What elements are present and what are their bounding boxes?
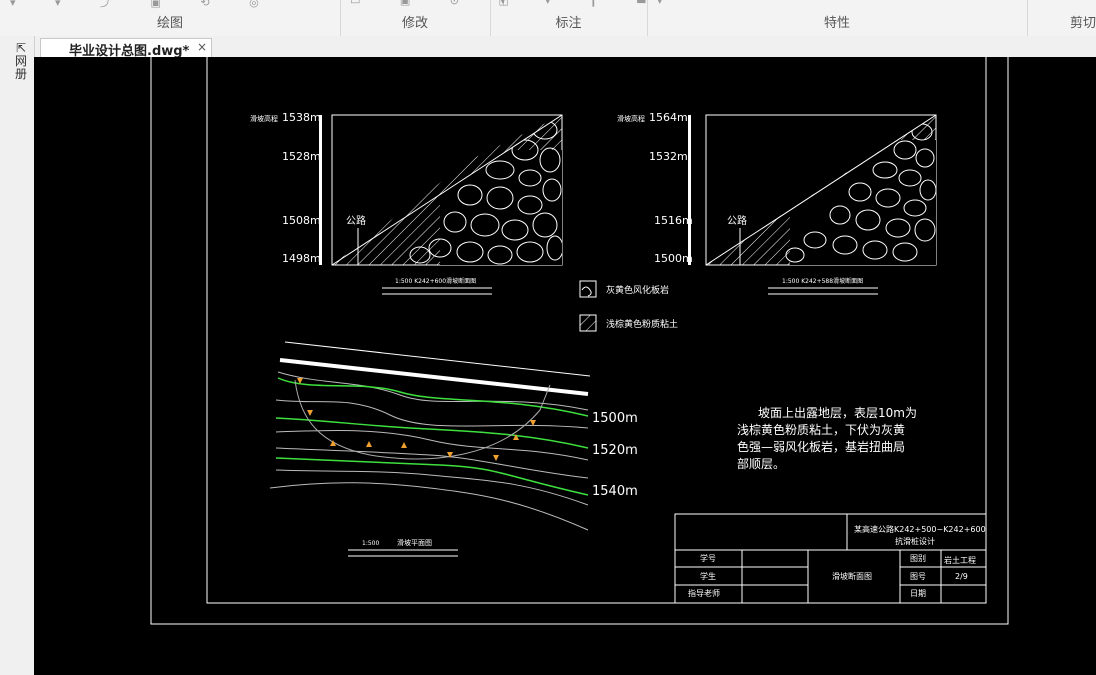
plan-caption-scale: 1:500 [362, 540, 379, 547]
drawing-canvas[interactable]: 滑坡高程 1538m 1528m 1508m 1498m 公路 1:500 K2… [34, 57, 1096, 675]
advisor-label: 指导老师 [688, 588, 720, 598]
elevation-label: 1498m [282, 252, 321, 265]
ribbon-group-properties[interactable]: ▾ 特性 [647, 0, 1028, 36]
properties-dropdowns[interactable]: ▾ [657, 0, 681, 7]
section-1: 滑坡高程 1538m 1528m 1508m 1498m 公路 1:500 K2… [250, 111, 563, 295]
project-title: 某高速公路K242+500~K242+600 [854, 524, 986, 534]
elevation-label: 1500m [654, 252, 693, 265]
document-tab-bar: 毕业设计总图.dwg* × [0, 36, 1096, 59]
legend: 灰黄色风化板岩 浅棕黄色粉质粘土 [579, 280, 678, 332]
cad-drawing: 滑坡高程 1538m 1528m 1508m 1498m 公路 1:500 K2… [150, 57, 1009, 625]
elevation-label: 1532m [649, 150, 688, 163]
ribbon: ▾ ▾ ⤴ ▣ ⟲ ◎ 绘图 ▭ ▣ ⊙ ◫ 修改 ▾ ▾ ┃ ▬ 标注 ▾ 特… [0, 0, 1096, 37]
left-toolbar: ⇱ 网 册 [0, 36, 35, 675]
ribbon-group-label: 绘图 [156, 16, 183, 31]
section-label: 滑坡高程 [250, 114, 278, 123]
category-value: 岩土工程 [944, 555, 976, 565]
category-label: 图别 [910, 554, 926, 563]
contour-label: 1520m [592, 443, 638, 458]
plan-caption-title: 滑坡平面图 [397, 538, 432, 547]
pin-icon[interactable]: ⇱ [16, 41, 26, 55]
date-label: 日期 [910, 589, 926, 598]
elevation-label: 1528m [282, 150, 321, 163]
drawing-name: 滑坡断面图 [832, 571, 872, 581]
ribbon-group-draw[interactable]: ▾ ▾ ⤴ ▣ ⟲ ◎ 绘图 [0, 0, 341, 36]
panel-toggle-icon[interactable]: ⇱ 网 册 [12, 42, 30, 81]
section-caption: 1:500 K242+588滑坡断面图 [782, 277, 863, 285]
student-id-label: 学号 [700, 553, 716, 563]
elevation-label: 1516m [654, 214, 693, 227]
contour-lines [275, 377, 589, 496]
legend-label: 灰黄色风化板岩 [606, 284, 669, 296]
ribbon-group-label: 剪切 [1069, 16, 1096, 31]
project-subtitle: 抗滑桩设计 [895, 536, 935, 546]
rock-blocks [785, 123, 936, 265]
draw-tools-icons[interactable]: ▾ ▾ ⤴ ▣ ⟲ ◎ [10, 0, 277, 9]
note-line: 坡面上出露地层，表层10m为 [758, 406, 917, 420]
student-label: 学生 [700, 571, 716, 581]
close-icon[interactable]: × [197, 40, 207, 54]
number-value: 2/9 [955, 572, 968, 581]
note-line: 色强—弱风化板岩，基岩扭曲局 [737, 439, 905, 454]
contour-label: 1540m [592, 484, 638, 499]
ribbon-group-modify[interactable]: ▭ ▣ ⊙ ◫ 修改 [340, 0, 509, 36]
ribbon-group-label: 修改 [401, 16, 428, 31]
road-label: 公路 [346, 214, 366, 227]
number-label: 图号 [910, 572, 926, 581]
note-line: 浅棕黄色粉质粘土，下伏为灰黄 [737, 422, 905, 437]
annotate-tools-icons[interactable]: ▾ ▾ ┃ ▬ [500, 0, 665, 7]
section-2: 滑坡高程 1564m 1532m 1516m 1500m 公路 1:500 K2… [617, 111, 937, 295]
ribbon-group-clipboard[interactable]: 剪切 [1027, 0, 1096, 36]
elevation-bar [688, 115, 691, 265]
elevation-label: 1538m [282, 111, 321, 124]
elevation-bar [319, 115, 322, 265]
ribbon-group-label: 特性 [823, 16, 850, 31]
road-line [279, 358, 589, 396]
road-label: 公路 [727, 214, 747, 227]
note-line: 部顺层。 [737, 456, 785, 471]
contour-label: 1500m [592, 411, 638, 426]
elevation-label: 1508m [282, 214, 321, 227]
panel-label: 网 册 [14, 54, 27, 81]
legend-swatch-clay [579, 314, 597, 332]
notes: 坡面上出露地层，表层10m为 浅棕黄色粉质粘土，下伏为灰黄 色强—弱风化板岩，基… [737, 406, 917, 471]
slide-boundary [294, 379, 551, 460]
ribbon-group-label: 标注 [555, 16, 582, 31]
plan-view: 1500m 1520m 1540m 1:500 滑坡平面图 [269, 341, 638, 557]
document-tab[interactable]: 毕业设计总图.dwg* × [40, 38, 212, 59]
elevation-label: 1564m [649, 111, 688, 124]
section-caption: 1:500 K242+600滑坡断面图 [395, 277, 476, 285]
outer-frame [150, 57, 1009, 625]
legend-label: 浅棕黄色粉质粘土 [606, 318, 678, 330]
section-label: 滑坡高程 [617, 114, 645, 123]
ribbon-group-annotate[interactable]: ▾ ▾ ┃ ▬ 标注 [490, 0, 648, 36]
